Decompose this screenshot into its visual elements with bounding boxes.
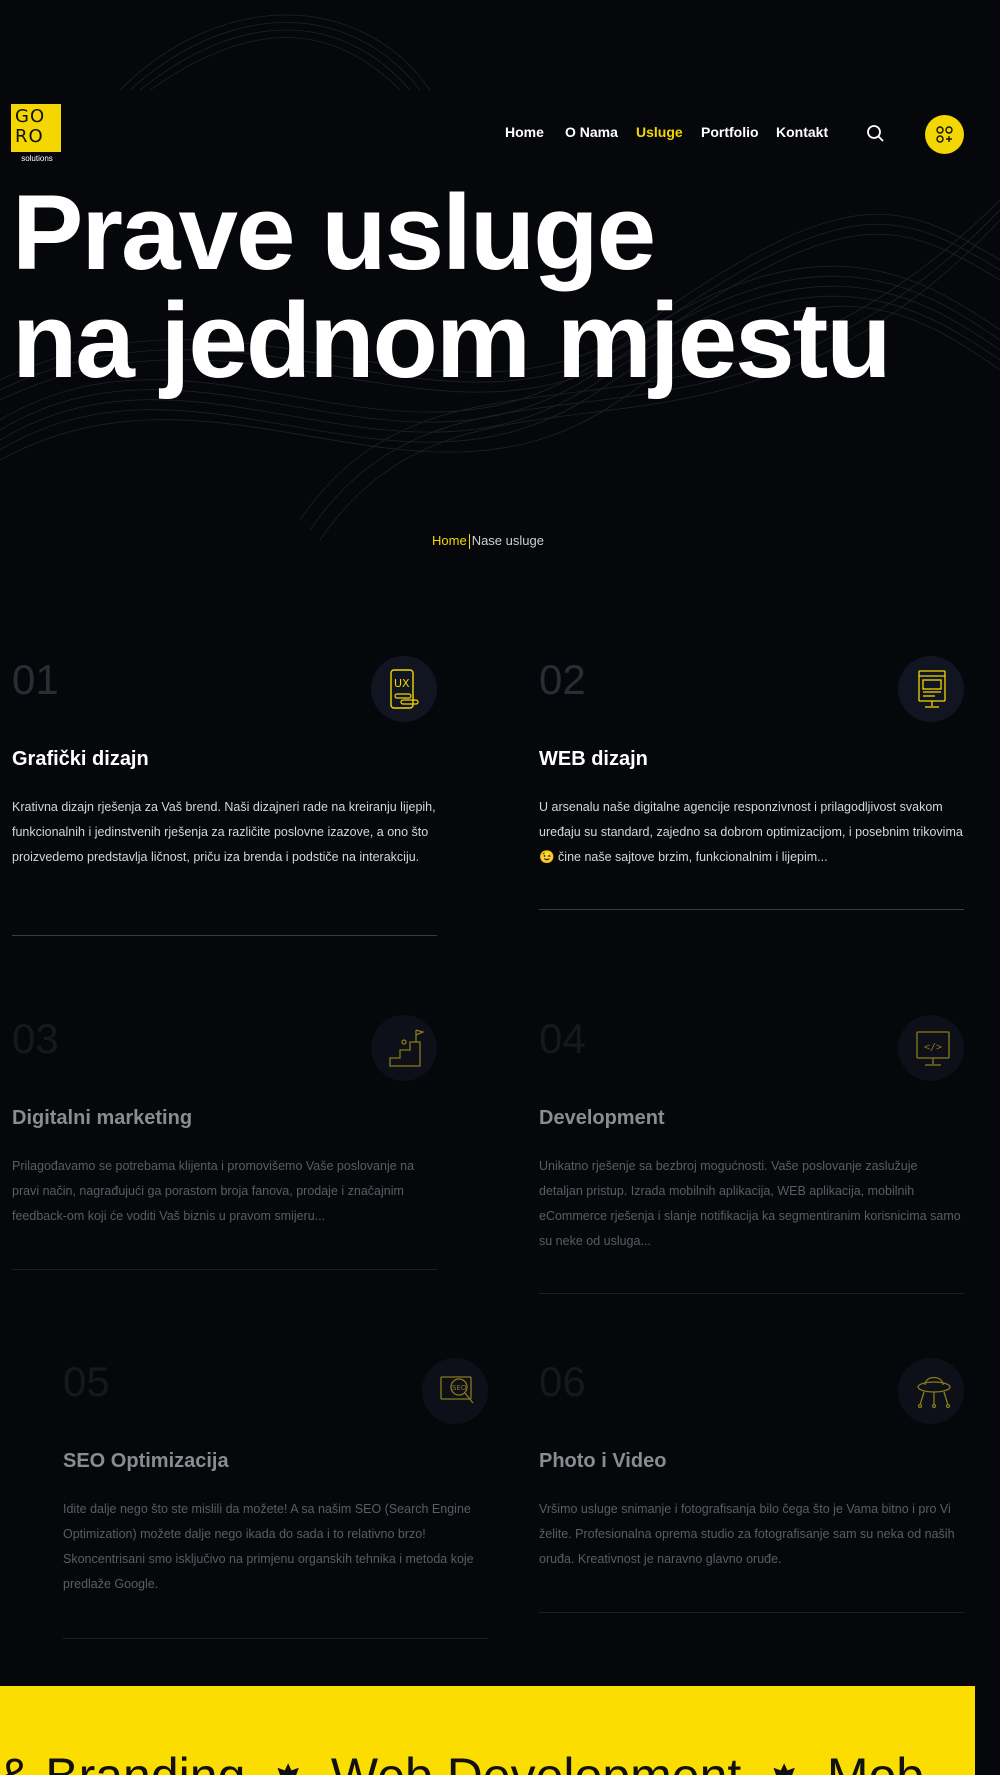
service-card[interactable]: 05 SEO SEO Optimizacija Idite dalje nego… (63, 1358, 488, 1639)
service-number: 01 (12, 656, 59, 703)
monitor-layout-icon (918, 670, 946, 708)
ticker-item: Mob (827, 1748, 924, 1775)
card-divider (539, 909, 964, 910)
service-description: Prilagođavamo se potrebama klijenta i pr… (12, 1159, 415, 1223)
service-description: Vršimo usluge snimanje i fotografisanja … (539, 1502, 955, 1566)
grid-menu-icon (936, 126, 953, 143)
service-number: 06 (539, 1358, 586, 1405)
service-icon-circle: SEO (422, 1358, 488, 1424)
seo-magnifier-icon: SEO (440, 1376, 474, 1404)
service-card[interactable]: 04 </> Development Unikatno rješenje sa … (539, 1015, 964, 1295)
nav-o-nama[interactable]: O Nama (565, 124, 618, 140)
ticker-item: Web Development (331, 1748, 741, 1775)
service-icon-circle (371, 1015, 437, 1081)
service-icon-circle (898, 656, 964, 722)
service-number: 04 (539, 1015, 586, 1062)
service-number: 03 (12, 1015, 59, 1062)
service-title: Photo i Video (539, 1450, 667, 1472)
logo-mark: GO RO (11, 104, 61, 152)
service-description: U arsenalu naše digitalne agencije respo… (539, 800, 963, 864)
star-icon: ✸ (767, 1758, 801, 1775)
service-card[interactable]: 01 UX Grafički dizajn Krativna dizajn rj… (12, 656, 437, 936)
svg-text:UX: UX (394, 677, 410, 690)
climbing-flag-icon (389, 1029, 424, 1067)
service-card[interactable]: 06 Photo i Video Vršimo usluge snimanje … (539, 1358, 964, 1618)
logo-mark-top: GO (15, 106, 46, 127)
service-description: Krativna dizajn rješenja za Vaš brend. N… (12, 800, 436, 864)
service-card[interactable]: 03 Digitalni marketing Prilagođavamo se … (12, 1015, 437, 1275)
service-icon-circle: </> (898, 1015, 964, 1081)
card-divider (12, 1269, 437, 1270)
nav-kontakt[interactable]: Kontakt (776, 124, 828, 140)
svg-text:SEO: SEO (452, 1384, 467, 1392)
card-divider (539, 1293, 964, 1294)
ux-phone-icon: UX (390, 669, 419, 709)
hero-line-1: Prave usluge (12, 172, 656, 292)
svg-text:</>: </> (924, 1042, 942, 1053)
ufo-icon (917, 1376, 951, 1409)
card-divider (12, 935, 437, 936)
menu-button[interactable] (925, 115, 964, 154)
service-title: Grafički dizajn (12, 748, 149, 770)
service-title: SEO Optimizacija (63, 1450, 229, 1472)
breadcrumb: Home Nase usluge (432, 533, 544, 550)
service-title: WEB dizajn (539, 748, 648, 770)
nav-home[interactable]: Home (505, 124, 544, 140)
logo-mark-bottom: RO (15, 126, 44, 147)
service-title: Development (539, 1107, 665, 1129)
ticker-item: & Branding (0, 1748, 245, 1775)
breadcrumb-home[interactable]: Home (432, 533, 467, 548)
service-description: Idite dalje nego što ste mislili da može… (63, 1502, 474, 1591)
nav-portfolio[interactable]: Portfolio (701, 124, 759, 140)
breadcrumb-separator (468, 534, 470, 550)
service-number: 02 (539, 656, 586, 703)
service-icon-circle (898, 1358, 964, 1424)
card-divider (539, 1612, 964, 1613)
service-description: Unikatno rješenje sa bezbroj mogućnosti.… (539, 1159, 961, 1248)
nav-usluge[interactable]: Usluge (636, 124, 683, 140)
search-icon[interactable] (866, 124, 886, 144)
breadcrumb-current: Nase usluge (471, 533, 544, 548)
logo[interactable]: GO RO solutions (11, 104, 63, 164)
card-divider (63, 1638, 488, 1639)
hero-line-2: na jednom mjestu (12, 280, 892, 400)
star-icon: ✸ (271, 1758, 305, 1775)
services-ticker: & Branding ✸ Web Development ✸ Mob (0, 1686, 975, 1775)
service-title: Digitalni marketing (12, 1107, 193, 1129)
service-card[interactable]: 02 WEB dizajn U arsenalu naše digitalne … (539, 656, 964, 911)
service-number: 05 (63, 1358, 110, 1405)
service-icon-circle: UX (371, 656, 437, 722)
ticker-text: & Branding ✸ Web Development ✸ Mob (0, 1747, 924, 1775)
page-title: Prave usluge na jednom mjestu (12, 178, 892, 394)
code-monitor-icon: </> (916, 1031, 950, 1066)
logo-subtext: solutions (21, 154, 53, 163)
